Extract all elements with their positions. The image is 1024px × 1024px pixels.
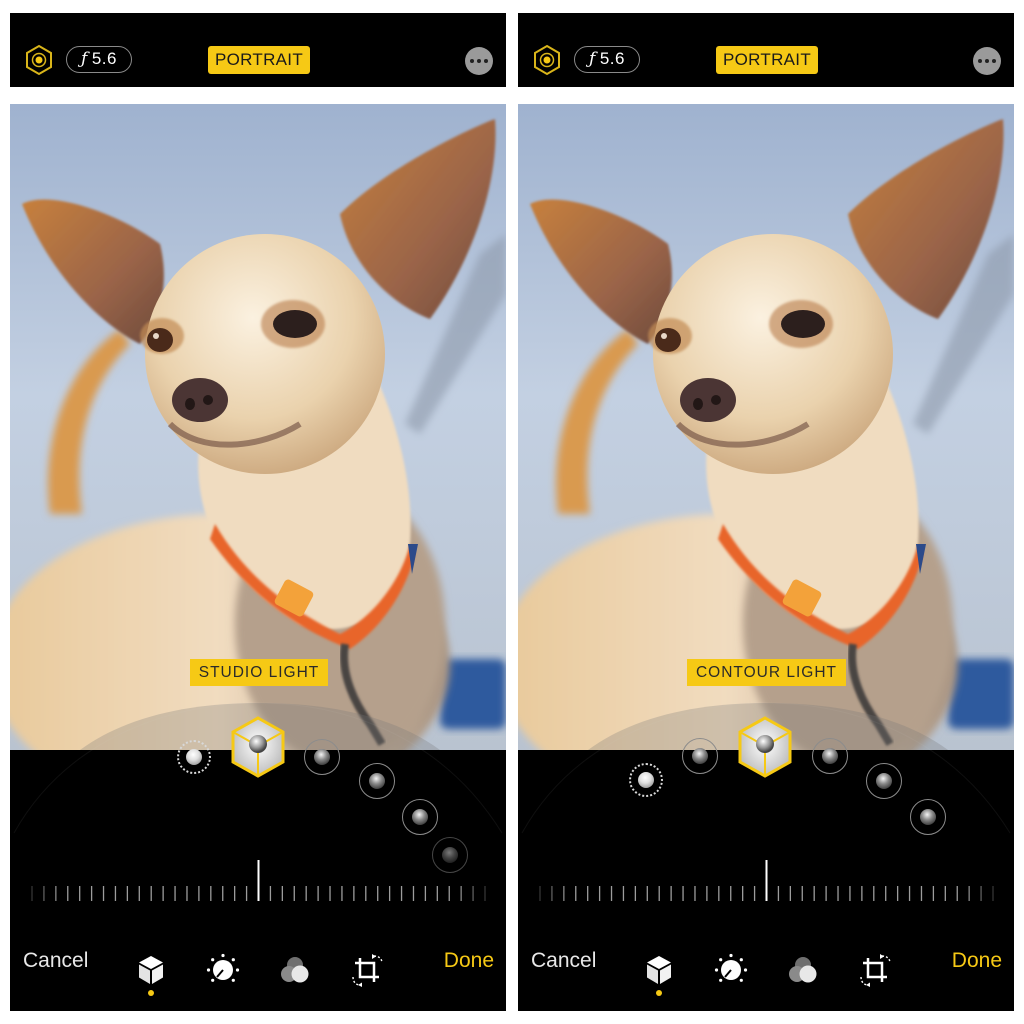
cube-icon[interactable] xyxy=(642,953,676,987)
live-photo-hexagon-icon[interactable] xyxy=(24,44,54,76)
light-orb-icon xyxy=(186,749,202,765)
adjust-dial-icon[interactable] xyxy=(714,953,748,987)
lighting-option-studio-light[interactable] xyxy=(682,738,718,774)
aperture-button[interactable]: ƒ 5.6 xyxy=(574,46,640,73)
done-button[interactable]: Done xyxy=(952,948,1002,974)
aperture-value: 5.6 xyxy=(91,49,117,68)
light-orb-icon xyxy=(442,847,458,863)
filters-circles-icon[interactable] xyxy=(278,953,312,987)
lighting-option-natural-light[interactable] xyxy=(629,763,663,797)
filters-circles-icon[interactable] xyxy=(786,953,820,987)
portrait-mode-badge[interactable]: PORTRAIT xyxy=(716,46,818,74)
top-bar: ƒ 5.6 PORTRAIT xyxy=(10,13,506,87)
active-tool-indicator xyxy=(656,990,662,996)
ellipsis-dot xyxy=(477,59,481,63)
aperture-symbol: ƒ xyxy=(81,49,88,69)
lighting-option-natural-light[interactable] xyxy=(177,740,211,774)
ellipsis-dot xyxy=(484,59,488,63)
lighting-option-stage-light-mono[interactable] xyxy=(402,799,438,835)
more-options-button[interactable] xyxy=(465,47,493,75)
lighting-option-high-key-light-mono[interactable] xyxy=(432,837,468,873)
aperture-symbol: ƒ xyxy=(589,49,596,69)
crop-rotate-icon[interactable] xyxy=(858,953,892,987)
cancel-button[interactable]: Cancel xyxy=(23,948,88,974)
active-tool-indicator xyxy=(148,990,154,996)
cancel-button[interactable]: Cancel xyxy=(531,948,596,974)
cube-icon[interactable] xyxy=(134,953,168,987)
lighting-option-stage-light-mono[interactable] xyxy=(866,763,902,799)
lighting-option-selected-cube[interactable] xyxy=(736,715,794,779)
ellipsis-dot xyxy=(992,59,996,63)
live-photo-hexagon-icon[interactable] xyxy=(532,44,562,76)
light-orb-icon xyxy=(369,773,385,789)
adjust-dial-icon[interactable] xyxy=(206,953,240,987)
light-orb-icon xyxy=(412,809,428,825)
panel-studio-light: ƒ 5.6 PORTRAIT STUDIO LIGHT Cancel Done xyxy=(10,13,506,1011)
dog-photo-illustration xyxy=(10,104,506,750)
portrait-mode-badge[interactable]: PORTRAIT xyxy=(208,46,310,74)
aperture-button[interactable]: ƒ 5.6 xyxy=(66,46,132,73)
light-orb-icon xyxy=(920,809,936,825)
portrait-photo xyxy=(518,104,1014,750)
lighting-effect-label: CONTOUR LIGHT xyxy=(687,659,846,686)
done-button[interactable]: Done xyxy=(444,948,494,974)
light-orb-icon xyxy=(876,773,892,789)
top-bar: ƒ 5.6 PORTRAIT xyxy=(518,13,1014,87)
crop-rotate-icon[interactable] xyxy=(350,953,384,987)
light-orb-icon xyxy=(822,748,838,764)
portrait-photo xyxy=(10,104,506,750)
lighting-option-high-key-light-mono[interactable] xyxy=(910,799,946,835)
lighting-option-contour-light[interactable] xyxy=(304,739,340,775)
light-orb-icon xyxy=(314,749,330,765)
lighting-option-stage-light[interactable] xyxy=(359,763,395,799)
dog-photo-illustration xyxy=(518,104,1014,750)
lighting-option-selected-cube[interactable] xyxy=(229,715,287,779)
lighting-effect-label: STUDIO LIGHT xyxy=(190,659,328,686)
light-orb-icon xyxy=(638,772,654,788)
ellipsis-dot xyxy=(985,59,989,63)
ellipsis-icon xyxy=(978,59,982,63)
panel-contour-light: ƒ 5.6 PORTRAIT CONTOUR LIGHT Cancel Done xyxy=(518,13,1014,1011)
aperture-value: 5.6 xyxy=(599,49,625,68)
light-orb-icon xyxy=(692,748,708,764)
lighting-option-stage-light[interactable] xyxy=(812,738,848,774)
more-options-button[interactable] xyxy=(973,47,1001,75)
ellipsis-icon xyxy=(470,59,474,63)
